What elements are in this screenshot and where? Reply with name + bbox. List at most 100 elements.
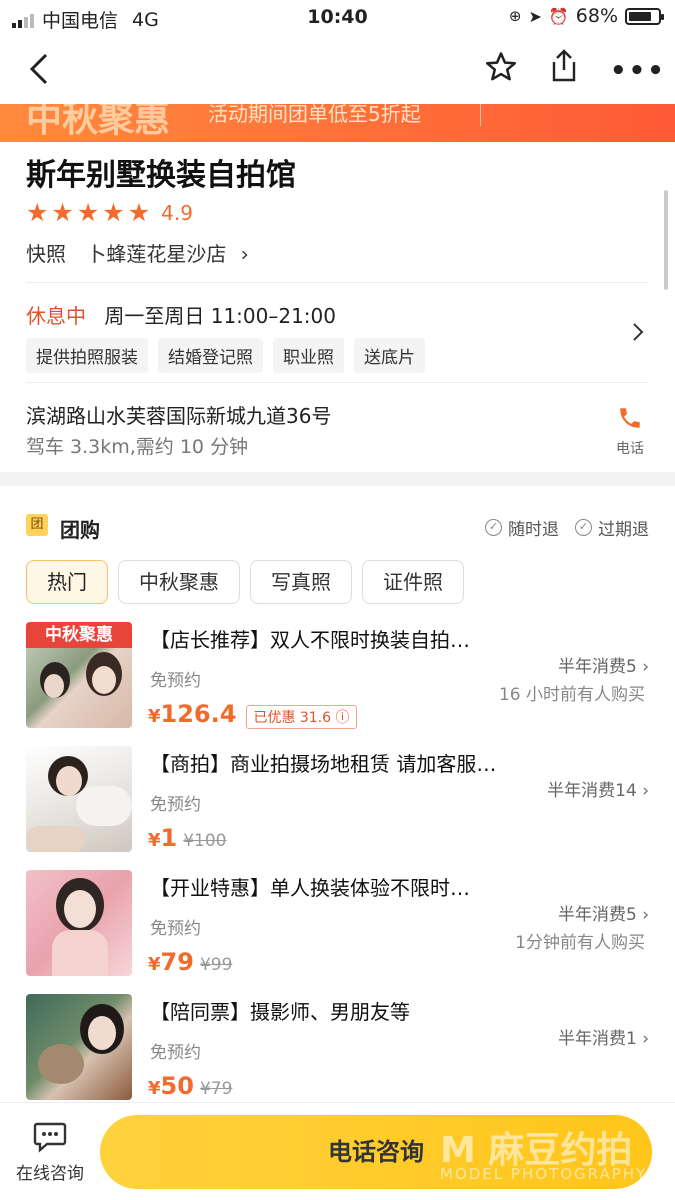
deal-thumbnail [26,746,132,852]
price-original: ¥79 [199,1079,233,1099]
deal-recent: 16 小时前有人购买 [498,685,645,705]
banner-title: 中秋聚惠 [26,104,171,140]
service-tag: 提供拍照服装 [26,338,148,373]
star-icon: ★ [102,198,125,227]
deal-sold: 半年消费5 › [557,905,649,925]
guarantee-anytime-refund: ✓ 随时退 [485,515,559,540]
deal-recent: 1分钟前有人购买 [515,933,645,953]
help-icon: ⓘ [335,710,350,726]
deal-booking: 免预约 [150,671,201,691]
price-now: 126.4 [160,700,237,728]
deal-item[interactable]: 【陪同票】摄影师、男朋友等 免预约 半年消费1 › ¥50 ¥79 [0,994,675,1118]
phone-button[interactable]: 电话 [606,404,654,458]
deal-title: 【商拍】商业拍摄场地租赁 请加客服… [150,752,497,776]
deal-title: 【开业特惠】单人换装体验不限时… [150,876,470,900]
back-button[interactable] [28,52,50,92]
deal-badge: 中秋聚惠 [26,622,132,648]
service-tag: 送底片 [354,338,425,373]
group-buy-icon: 团 [26,514,48,536]
shop-name: 斯年别墅换装自拍馆 [26,158,296,193]
divider [26,282,648,283]
rating: ★ ★ ★ ★ ★ 4.9 [26,198,193,227]
shop-address[interactable]: 滨湖路山水芙蓉国际新城九道36号 [26,400,331,429]
watermark-text: MODEL PHOTOGRAPHY [440,1165,648,1183]
deal-tabs: 热门 中秋聚惠 写真照 证件照 [26,560,464,604]
phone-icon [620,408,640,428]
nav-bar: ••• [0,36,675,104]
check-icon: ✓ [575,519,592,536]
status-bar: 中国电信 4G 10:40 ⊕ ➤ ⏰ 68% [0,0,675,36]
service-tags: 提供拍照服装 结婚登记照 职业照 送底片 [26,338,425,373]
tab-portrait[interactable]: 写真照 [250,560,352,604]
deal-booking: 免预约 [150,919,201,939]
deal-sold: 半年消费1 › [557,1029,649,1049]
star-icon: ★ [76,198,100,227]
drive-distance: 驾车 3.3km,需约 10 分钟 [26,436,249,458]
price-now: 79 [160,948,194,976]
scrollbar[interactable] [664,190,668,290]
location-icon: ➤ [528,6,542,26]
deal-booking: 免预约 [150,795,201,815]
deal-title: 【店长推荐】双人不限时换装自拍… [150,628,470,652]
chat-icon [33,1122,67,1153]
tab-id-photo[interactable]: 证件照 [362,560,464,604]
guarantee-expiry-refund: ✓ 过期退 [575,515,649,540]
deal-price: ¥1 ¥100 [148,824,227,852]
service-tag: 结婚登记照 [158,338,263,373]
alarm-icon: ⏰ [548,6,569,26]
discount-badge: 已优惠 31.6 ⓘ [246,705,357,729]
battery-icon [625,7,664,25]
price-now: 50 [160,1072,194,1100]
chevron-right-icon: › [642,905,649,925]
lock-rotation-icon: ⊕ [508,7,522,25]
price-original: ¥100 [183,831,227,851]
deal-sold: 半年消费14 › [547,781,649,801]
online-chat-button[interactable]: 在线咨询 [10,1121,90,1184]
service-tag: 职业照 [273,338,344,373]
chevron-right-icon: › [642,781,649,801]
divider [26,382,648,383]
shop-location: 卜蜂莲花星沙店 [86,242,227,266]
check-icon: ✓ [485,519,502,536]
shop-branch-link[interactable]: 快照 卜蜂莲花星沙店 › [26,238,249,267]
banner-countdown [480,104,660,126]
chevron-right-icon: › [642,657,649,677]
deal-thumbnail [26,994,132,1100]
deal-price: ¥126.4 已优惠 31.6 ⓘ [148,700,357,729]
bottom-bar: 在线咨询 电话咨询 M 麻豆约拍 MODEL PHOTOGRAPHY [0,1102,675,1200]
promo-banner[interactable]: 中秋聚惠 活动期间团单低至5折起 [0,104,675,142]
deal-item[interactable]: 【商拍】商业拍摄场地租赁 请加客服… 免预约 半年消费14 › ¥1 ¥100 [0,746,675,870]
chevron-right-icon: › [642,1029,649,1049]
hours-text: 周一至周日 11:00–21:00 [104,304,336,328]
price-original: ¥99 [199,955,233,975]
deal-price: ¥50 ¥79 [148,1072,233,1100]
deal-sold: 半年消费5 › [557,657,649,677]
deal-thumbnail [26,870,132,976]
chevron-right-icon[interactable] [632,322,644,348]
favorite-star-icon[interactable] [484,50,518,88]
deal-item[interactable]: 中秋聚惠 【店长推荐】双人不限时换装自拍… 免预约 半年消费5 › 16 小时前… [0,622,675,746]
price-now: 1 [160,824,178,852]
guarantees: ✓ 随时退 ✓ 过期退 [485,515,649,540]
shop-category: 快照 [26,242,66,266]
more-icon[interactable]: ••• [610,56,666,86]
star-icon: ★ [127,198,151,227]
star-icon: ★ [51,198,74,227]
open-status: 休息中 [26,304,86,328]
star-icon: ★ [26,198,49,227]
rating-score: 4.9 [161,200,193,225]
deal-title: 【陪同票】摄影师、男朋友等 [150,1000,410,1024]
business-hours[interactable]: 休息中 周一至周日 11:00–21:00 [26,300,336,329]
chevron-right-icon: › [240,242,249,266]
online-chat-label: 在线咨询 [16,1164,84,1184]
banner-text: 活动期间团单低至5折起 [208,104,421,126]
tab-mid-autumn[interactable]: 中秋聚惠 [118,560,240,604]
deal-item[interactable]: 【开业特惠】单人换装体验不限时… 免预约 半年消费5 › 1分钟前有人购买 ¥7… [0,870,675,994]
group-buy-title: 团购 [60,518,100,542]
tab-hot[interactable]: 热门 [26,560,108,604]
deal-price: ¥79 ¥99 [148,948,233,976]
share-icon[interactable] [548,48,580,88]
phone-label: 电话 [616,441,644,457]
battery-percent: 68% [575,5,618,27]
section-gap [0,472,675,486]
